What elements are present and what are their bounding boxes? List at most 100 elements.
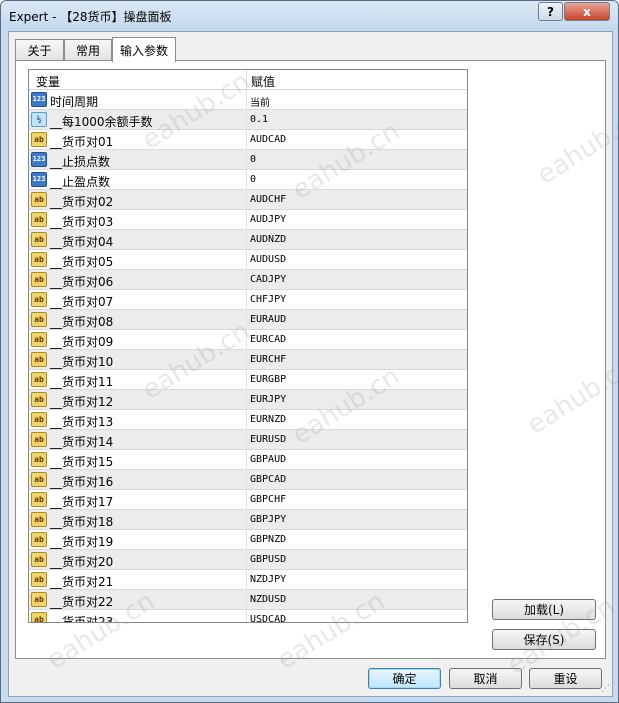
- parameter-name: __货币对12: [50, 395, 114, 409]
- parameter-name: __货币对08: [50, 315, 114, 329]
- parameter-value[interactable]: 当前: [250, 94, 270, 109]
- ok-button[interactable]: 确定: [368, 668, 441, 689]
- tab-panel-inputs: 变量 赋值 123 时间周期 当前 ½ __每1000余额手数 0.1 ab __货币对01 A…: [15, 60, 606, 659]
- parameter-value[interactable]: NZDJPY: [250, 574, 286, 585]
- parameter-row[interactable]: ab __货币对16 GBPCAD: [29, 470, 467, 490]
- string-type-icon: ab: [31, 612, 47, 622]
- parameter-value[interactable]: GBPUSD: [250, 554, 286, 565]
- string-type-icon: ab: [31, 372, 47, 387]
- string-type-icon: ab: [31, 132, 47, 147]
- tab-inputs[interactable]: 输入参数: [112, 37, 176, 62]
- parameter-row[interactable]: ab __货币对23 USDCAD: [29, 610, 467, 622]
- string-type-icon: ab: [31, 232, 47, 247]
- string-type-icon: ab: [31, 412, 47, 427]
- parameter-row[interactable]: ab __货币对01 AUDCAD: [29, 130, 467, 150]
- string-type-icon: ab: [31, 592, 47, 607]
- parameter-name: __货币对05: [50, 255, 114, 269]
- parameter-value[interactable]: EURCHF: [250, 354, 286, 365]
- parameter-name: __货币对13: [50, 415, 114, 429]
- string-type-icon: ab: [31, 532, 47, 547]
- parameter-row[interactable]: ab __货币对04 AUDNZD: [29, 230, 467, 250]
- parameter-name: __货币对19: [50, 535, 114, 549]
- parameter-value[interactable]: AUDCAD: [250, 134, 286, 145]
- parameter-value[interactable]: AUDUSD: [250, 254, 286, 265]
- parameter-row[interactable]: ab __货币对20 GBPUSD: [29, 550, 467, 570]
- parameter-row[interactable]: 123 __止盈点数 0: [29, 170, 467, 190]
- parameter-value[interactable]: GBPCAD: [250, 474, 286, 485]
- parameter-row[interactable]: ab __货币对12 EURJPY: [29, 390, 467, 410]
- vertical-scrollbar[interactable]: ▲ ≡ ▼: [467, 70, 468, 622]
- tab-common[interactable]: 常用: [64, 39, 112, 61]
- parameter-row[interactable]: ab __货币对08 EURAUD: [29, 310, 467, 330]
- parameter-row[interactable]: ab __货币对17 GBPCHF: [29, 490, 467, 510]
- parameter-value[interactable]: NZDUSD: [250, 594, 286, 605]
- parameter-name: __每1000余额手数: [50, 115, 153, 129]
- resize-grip-icon[interactable]: ⋰: [601, 684, 610, 694]
- double-type-icon: ½: [31, 112, 47, 127]
- load-button[interactable]: 加载(L): [492, 599, 596, 620]
- close-button[interactable]: x: [564, 2, 610, 21]
- parameter-value[interactable]: GBPCHF: [250, 494, 286, 505]
- parameter-row[interactable]: ab __货币对05 AUDUSD: [29, 250, 467, 270]
- parameter-value[interactable]: USDCAD: [250, 614, 286, 622]
- parameter-value[interactable]: EURJPY: [250, 394, 286, 405]
- parameter-value[interactable]: GBPAUD: [250, 454, 286, 465]
- parameter-name: __货币对17: [50, 495, 114, 509]
- parameter-row[interactable]: ab __货币对13 EURNZD: [29, 410, 467, 430]
- tab-about[interactable]: 关于: [15, 39, 64, 61]
- parameter-name: __货币对01: [50, 135, 114, 149]
- help-button[interactable]: ?: [538, 2, 563, 21]
- parameter-row[interactable]: ab __货币对18 GBPJPY: [29, 510, 467, 530]
- parameter-value[interactable]: EURUSD: [250, 434, 286, 445]
- parameter-value[interactable]: EURGBP: [250, 374, 286, 385]
- parameter-name: __货币对06: [50, 275, 114, 289]
- parameter-value[interactable]: GBPJPY: [250, 514, 286, 525]
- dialog-client-area: 关于 常用 输入参数 变量 赋值 123 时间周期 当前 ½ __每1000余额手数 0.…: [8, 31, 613, 697]
- save-button[interactable]: 保存(S): [492, 629, 596, 650]
- integer-type-icon: 123: [31, 92, 47, 107]
- column-header-value[interactable]: 赋值: [251, 73, 275, 90]
- parameter-row[interactable]: ab __货币对22 NZDUSD: [29, 590, 467, 610]
- string-type-icon: ab: [31, 432, 47, 447]
- parameter-value[interactable]: AUDCHF: [250, 194, 286, 205]
- parameter-value[interactable]: CHFJPY: [250, 294, 286, 305]
- cancel-button[interactable]: 取消: [449, 668, 522, 689]
- parameter-row[interactable]: ab __货币对19 GBPNZD: [29, 530, 467, 550]
- parameter-name: __货币对02: [50, 195, 114, 209]
- parameter-row[interactable]: ab __货币对15 GBPAUD: [29, 450, 467, 470]
- parameter-row[interactable]: 123 __止损点数 0: [29, 150, 467, 170]
- parameter-row[interactable]: ab __货币对02 AUDCHF: [29, 190, 467, 210]
- parameter-row[interactable]: ab __货币对21 NZDJPY: [29, 570, 467, 590]
- parameter-row[interactable]: ab __货币对07 CHFJPY: [29, 290, 467, 310]
- string-type-icon: ab: [31, 292, 47, 307]
- parameter-row[interactable]: ab __货币对14 EURUSD: [29, 430, 467, 450]
- parameter-name: __止盈点数: [50, 175, 111, 189]
- integer-type-icon: 123: [31, 172, 47, 187]
- parameter-name: __止损点数: [50, 155, 111, 169]
- reset-button[interactable]: 重设: [529, 668, 602, 689]
- column-header-variable[interactable]: 变量: [36, 73, 60, 90]
- parameter-row[interactable]: ½ __每1000余额手数 0.1: [29, 110, 467, 130]
- parameter-name: 时间周期: [50, 95, 99, 109]
- parameter-value[interactable]: 0.1: [250, 114, 268, 125]
- parameter-row[interactable]: ab __货币对03 AUDJPY: [29, 210, 467, 230]
- parameter-name: __货币对16: [50, 475, 114, 489]
- parameter-value[interactable]: AUDNZD: [250, 234, 286, 245]
- string-type-icon: ab: [31, 312, 47, 327]
- parameter-row[interactable]: 123 时间周期 当前: [29, 90, 467, 110]
- parameter-row[interactable]: ab __货币对10 EURCHF: [29, 350, 467, 370]
- string-type-icon: ab: [31, 212, 47, 227]
- parameter-value[interactable]: EURCAD: [250, 334, 286, 345]
- parameter-value[interactable]: CADJPY: [250, 274, 286, 285]
- parameter-row[interactable]: ab __货币对09 EURCAD: [29, 330, 467, 350]
- parameter-value[interactable]: 0: [250, 154, 256, 165]
- parameter-row[interactable]: ab __货币对11 EURGBP: [29, 370, 467, 390]
- string-type-icon: ab: [31, 252, 47, 267]
- parameter-value[interactable]: AUDJPY: [250, 214, 286, 225]
- parameter-value[interactable]: 0: [250, 174, 256, 185]
- parameter-row[interactable]: ab __货币对06 CADJPY: [29, 270, 467, 290]
- parameter-value[interactable]: EURAUD: [250, 314, 286, 325]
- parameter-value[interactable]: EURNZD: [250, 414, 286, 425]
- parameter-value[interactable]: GBPNZD: [250, 534, 286, 545]
- string-type-icon: ab: [31, 512, 47, 527]
